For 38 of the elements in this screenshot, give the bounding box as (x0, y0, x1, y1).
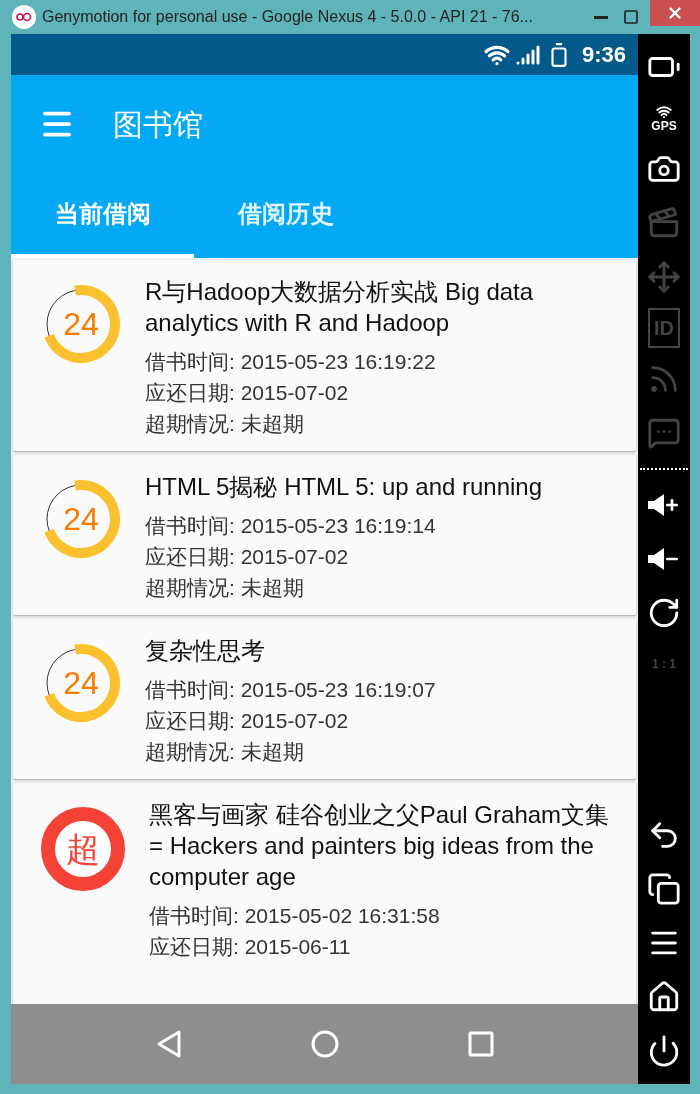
loan-detail: 借书时间: 2015-05-23 16:19:07 (145, 677, 436, 703)
loan-detail: 超期情况: 未超期 (145, 575, 305, 601)
loan-detail: 借书时间: 2015-05-02 16:31:58 (149, 903, 441, 929)
book-title: 复杂性思考 (145, 636, 266, 666)
gps-button[interactable]: GPS (651, 98, 677, 138)
days-count: 24 (63, 667, 99, 699)
home-icon[interactable] (310, 1029, 341, 1059)
loan-detail: 应还日期: 2015-07-02 (145, 380, 350, 406)
loan-card[interactable]: 24 复杂性思考 借书时间: 2015-05-23 16:19:07 应还日期: 2015-07-02 超期情况: 未超期 (13, 619, 636, 779)
recent-apps-icon[interactable] (468, 1031, 495, 1057)
minimize-icon (594, 15, 608, 19)
loan-detail: 超期情况: 未超期 (145, 739, 305, 765)
overdue-badge: 超 (41, 807, 125, 891)
loan-card[interactable]: 24 HTML 5揭秘 HTML 5: up and running 借书时间: 2015-05-23 16:19:14 应还日期: 2015-07-02 超期情况: 未超期 (13, 455, 636, 615)
app-title: 图书馆 (113, 106, 203, 143)
days-count: 24 (63, 308, 99, 340)
loan-detail: 应还日期: 2015-06-11 (149, 934, 352, 960)
speaker-icon (648, 494, 664, 516)
app-logo-icon (12, 5, 36, 29)
clock: 9:36 (581, 41, 626, 69)
loan-detail: 借书时间: 2015-05-23 16:19:22 (145, 349, 437, 375)
speaker-icon (648, 548, 664, 570)
maximize-icon (623, 9, 639, 25)
close-icon (666, 4, 684, 22)
loan-detail: 应还日期: 2015-07-02 (145, 708, 350, 734)
loan-detail: 应还日期: 2015-07-02 (145, 544, 350, 570)
window-title: Genymotion for personal use - Google Nexus 4 - 5.0.0 - API 21 - 76... (42, 7, 533, 27)
days-count: 24 (63, 503, 99, 535)
loan-detail: 借书时间: 2015-05-23 16:19:14 (145, 513, 437, 539)
book-title: 黑客与画家 硅谷创业之父Paul Graham文集 = Hackers and painters big ideas from the computer age (149, 800, 611, 892)
book-title: R与Hadoop大数据分析实战 Big data analytics with R and Hadoop (145, 277, 535, 338)
loan-card[interactable]: 24 R与Hadoop大数据分析实战 Big data analytics with R and Hadoop 借书时间: 2015-05-23 16:19:22 应还日期: 2015-07-02 超期情况: 未超期 (13, 260, 636, 451)
close-button[interactable] (650, 0, 700, 26)
loan-card[interactable]: 超 黑客与画家 硅谷创业之父Paul Graham文集 = Hackers and painters big ideas from the computer age 借书时间: 2015-05-02 16:31:58 应还日期: 2015-06-11 (13, 783, 636, 1004)
book-title: HTML 5揭秘 HTML 5: up and running (145, 472, 543, 502)
loan-detail: 超期情况: 未超期 (145, 411, 305, 437)
plus-icon (664, 497, 680, 513)
signal-waves-icon (656, 104, 672, 120)
